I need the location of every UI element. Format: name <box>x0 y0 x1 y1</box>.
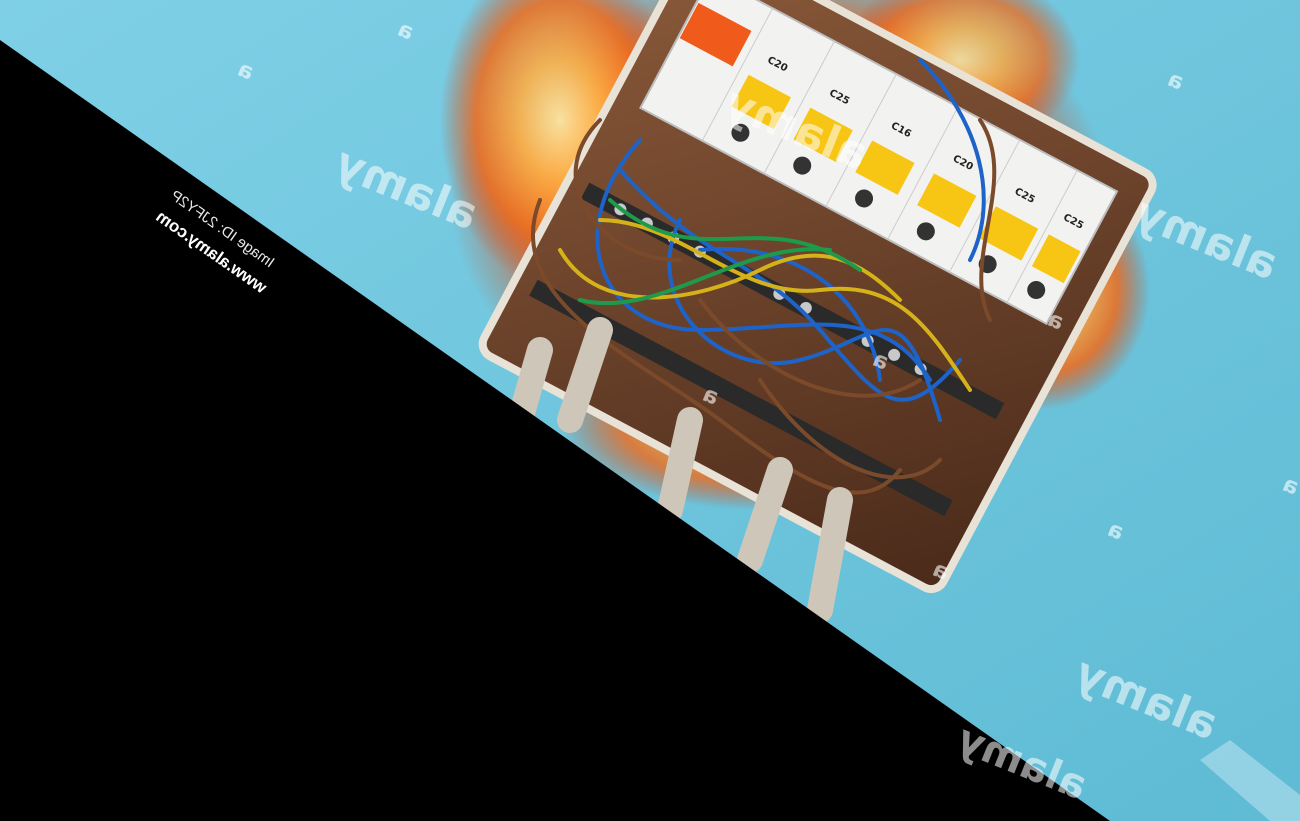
photo: C20 C25 C16 C20 C25 C25 alamy alamy alam… <box>0 0 1300 821</box>
photo-stage: C20 C25 C16 C20 C25 C25 alamy alamy alam… <box>0 0 1300 821</box>
